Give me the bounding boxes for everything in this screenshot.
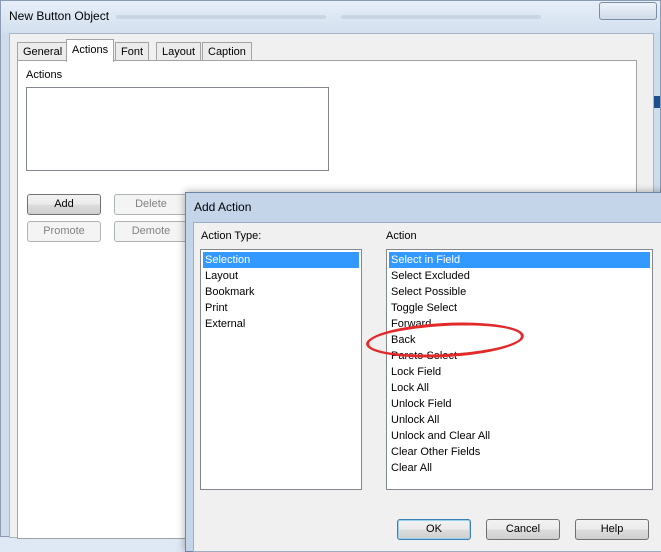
action-type-list[interactable]: Selection Layout Bookmark Print External xyxy=(200,249,362,490)
action-type-label: Action Type: xyxy=(201,230,262,242)
list-item[interactable]: Clear All xyxy=(389,460,650,476)
dialog-client-area: Action Type: Action Selection Layout Boo… xyxy=(193,222,661,552)
tab-layout[interactable]: Layout xyxy=(156,42,202,61)
add-action-dialog: Add Action Action Type: Action Selection… xyxy=(185,192,661,552)
list-item[interactable]: Lock All xyxy=(389,380,650,396)
promote-button[interactable]: Promote xyxy=(27,221,101,242)
list-item[interactable]: Select Possible xyxy=(389,284,650,300)
list-item[interactable]: Unlock Field xyxy=(389,396,650,412)
actions-label: Actions xyxy=(26,69,63,81)
action-label: Action xyxy=(386,230,417,242)
action-list[interactable]: Select in Field Select Excluded Select P… xyxy=(386,249,653,490)
demote-button[interactable]: Demote xyxy=(114,221,188,242)
tab-label: Layout xyxy=(162,46,196,58)
tab-font[interactable]: Font xyxy=(115,42,150,61)
tab-actions[interactable]: Actions xyxy=(66,39,115,62)
list-item[interactable]: Pareto Select xyxy=(389,348,650,364)
add-button[interactable]: Add xyxy=(27,194,101,215)
tab-caption[interactable]: Caption xyxy=(202,42,252,61)
list-item[interactable]: External xyxy=(203,316,359,332)
actions-list[interactable] xyxy=(26,87,329,171)
tab-label: Actions xyxy=(72,44,109,56)
list-item[interactable]: Unlock and Clear All xyxy=(389,428,650,444)
list-item[interactable]: Clear Other Fields xyxy=(389,444,650,460)
list-item[interactable]: Unlock All xyxy=(389,412,650,428)
tab-label: General xyxy=(23,46,63,58)
tab-general[interactable]: General xyxy=(17,42,69,61)
close-button[interactable] xyxy=(599,2,657,20)
list-item[interactable]: Selection xyxy=(203,252,359,268)
tab-label: Font xyxy=(121,46,144,58)
title-bar-reflection xyxy=(341,15,541,19)
delete-button[interactable]: Delete xyxy=(114,194,188,215)
list-item[interactable]: Print xyxy=(203,300,359,316)
window-title: New Button Object xyxy=(9,9,110,23)
list-item[interactable]: Select Excluded xyxy=(389,268,650,284)
list-item[interactable]: Layout xyxy=(203,268,359,284)
title-bar-reflection xyxy=(116,15,326,19)
list-item[interactable]: Back xyxy=(389,332,650,348)
list-item[interactable]: Lock Field xyxy=(389,364,650,380)
list-item[interactable]: Forward xyxy=(389,316,650,332)
list-item[interactable]: Toggle Select xyxy=(389,300,650,316)
dialog-title: Add Action xyxy=(194,200,252,214)
list-item[interactable]: Bookmark xyxy=(203,284,359,300)
list-item[interactable]: Select in Field xyxy=(389,252,650,268)
tab-label: Caption xyxy=(208,46,246,58)
offscreen-window-edge xyxy=(654,96,660,108)
title-bar: New Button Object xyxy=(1,1,660,33)
